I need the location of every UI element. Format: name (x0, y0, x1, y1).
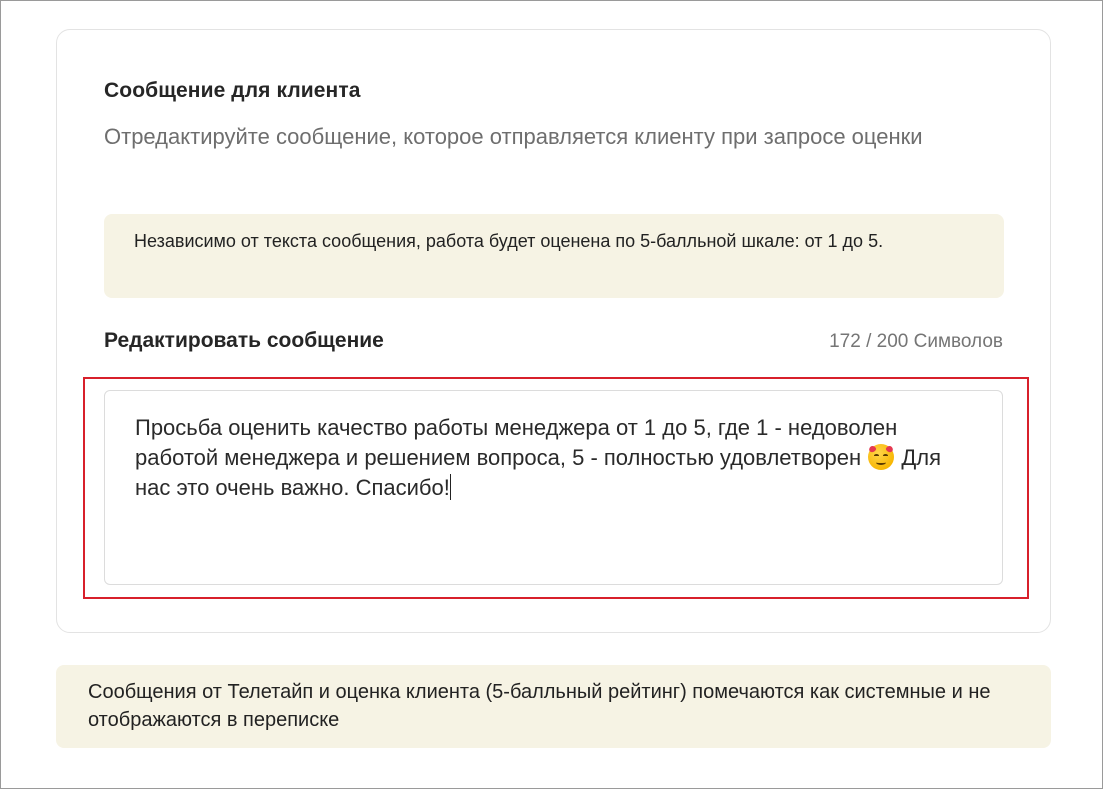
smiling-face-with-hearts-icon (868, 444, 895, 470)
message-textarea[interactable]: Просьба оценить качество работы менеджер… (104, 390, 1003, 585)
character-counter: 172 / 200 Символов (829, 331, 1003, 352)
edit-message-label: Редактировать сообщение (104, 329, 384, 352)
system-messages-note: Сообщения от Телетайп и оценка клиента (… (56, 665, 1051, 748)
text-caret (449, 474, 451, 500)
card-title: Сообщение для клиента (104, 79, 361, 102)
card-description: Отредактируйте сообщение, которое отправ… (104, 124, 923, 149)
rating-scale-info: Независимо от текста сообщения, работа б… (104, 214, 1004, 298)
message-text-part1: Просьба оценить качество работы менеджер… (135, 415, 904, 470)
